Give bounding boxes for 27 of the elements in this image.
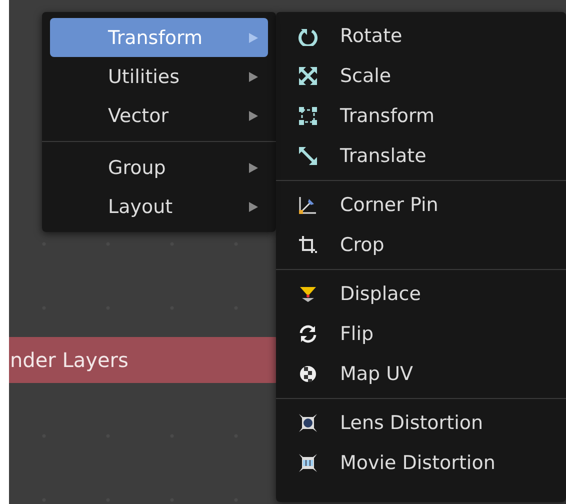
menu-item[interactable]: Utilities	[50, 57, 268, 96]
node-title: nder Layers	[9, 348, 128, 372]
menu-item[interactable]: Map UV	[276, 354, 566, 394]
menu-item[interactable]: Translate	[276, 136, 566, 176]
menu-item[interactable]: Movie Distortion	[276, 443, 566, 483]
crop-icon	[298, 235, 318, 255]
menu-item[interactable]: Corner Pin	[276, 185, 566, 225]
funnel-icon	[298, 284, 318, 304]
menu-item[interactable]: Lens Distortion	[276, 403, 566, 443]
diagonal-arrow-icon	[298, 146, 318, 166]
menu-item[interactable]: Crop	[276, 225, 566, 265]
checker-ball-icon	[298, 364, 318, 384]
menu-item[interactable]: Group	[50, 148, 268, 187]
arrows-icon	[298, 66, 318, 86]
pin-icon	[298, 195, 318, 215]
menu-item[interactable]: Scale	[276, 56, 566, 96]
lens-icon	[298, 413, 318, 433]
dashed-square-icon	[298, 106, 318, 126]
menu-item[interactable]: Rotate	[276, 16, 566, 56]
menu-item[interactable]: Transform	[276, 96, 566, 136]
menu-item[interactable]: Vector	[50, 96, 268, 135]
menu-item[interactable]: Displace	[276, 274, 566, 314]
film-icon	[298, 453, 318, 473]
menu-item[interactable]: Layout	[50, 187, 268, 226]
cycle-arrows-icon	[298, 324, 318, 344]
rotate-icon	[298, 26, 318, 46]
menu-item[interactable]: Flip	[276, 314, 566, 354]
